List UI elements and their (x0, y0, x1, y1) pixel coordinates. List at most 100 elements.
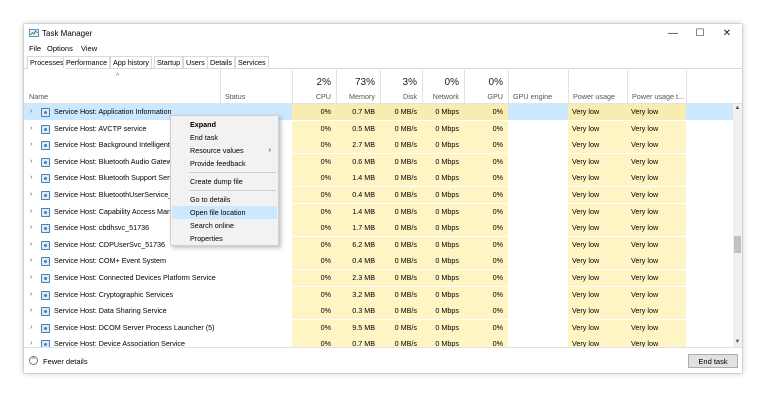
process-network: 0 Mbps (435, 140, 459, 150)
context-menu-create-dump-file[interactable]: Create dump file (172, 175, 277, 188)
chevron-right-icon[interactable]: › (30, 204, 32, 220)
column-disk[interactable]: 3% Disk (380, 70, 423, 103)
chevron-right-icon[interactable]: › (30, 237, 32, 253)
process-row[interactable]: › Service Host: Connected Devices Platfor… (24, 270, 733, 286)
tab-app-history[interactable]: App history (110, 56, 152, 68)
context-menu-go-to-details[interactable]: Go to details (172, 193, 277, 206)
context-menu-provide-feedback[interactable]: Provide feedback (172, 157, 277, 170)
column-gpu[interactable]: 0% GPU (464, 70, 509, 103)
process-network: 0 Mbps (435, 223, 459, 233)
process-gpu: 0% (492, 140, 503, 150)
process-row[interactable]: › Service Host: cbdhsvc_51736 0% 1.7 MB 0 MB… (24, 220, 733, 237)
process-memory: 0.4 MB (352, 256, 375, 266)
process-network: 0 Mbps (435, 256, 459, 266)
context-menu-search-online[interactable]: Search online (172, 219, 277, 232)
process-power-usage-trend: Very low (631, 289, 659, 299)
context-menu-end-task[interactable]: End task (172, 131, 277, 144)
process-network: 0 Mbps (435, 273, 459, 282)
process-power-usage-trend: Very low (631, 256, 659, 266)
title-bar[interactable]: Task Manager — ☐ ✕ (24, 24, 742, 43)
column-memory[interactable]: 73% Memory (336, 70, 381, 103)
service-host-icon (41, 224, 50, 234)
process-gpu: 0% (492, 223, 503, 233)
chevron-right-icon[interactable]: › (30, 154, 32, 170)
process-row[interactable]: › Service Host: Device Association Servic… (24, 336, 733, 347)
end-task-button[interactable]: End task (688, 354, 738, 368)
column-power-usage-trend[interactable]: Power usage t... (627, 70, 687, 103)
chevron-right-icon[interactable]: › (30, 170, 32, 186)
process-row[interactable]: › Service Host: AVCTP service 0% 0.5 MB 0 MB… (24, 120, 733, 137)
process-power-usage: Very low (572, 123, 600, 133)
scroll-up-icon[interactable]: ▲ (733, 104, 742, 113)
process-power-usage: Very low (572, 256, 600, 266)
process-row[interactable]: › Service Host: Application Information 0%… (24, 104, 733, 120)
column-name[interactable]: ^ Name (24, 70, 221, 103)
process-cpu: 0% (320, 289, 331, 299)
process-memory: 0.5 MB (352, 123, 375, 133)
tab-details[interactable]: Details (207, 56, 235, 68)
process-row[interactable]: › Service Host: COM+ Event System 0% 0.4 MB… (24, 253, 733, 270)
chevron-right-icon[interactable]: › (30, 137, 32, 153)
process-row[interactable]: › Service Host: CDPUserSvc_51736 0% 6.2 MB 0… (24, 236, 733, 253)
tab-performance[interactable]: Performance (63, 56, 111, 68)
column-gpu-engine[interactable]: GPU engine (508, 70, 569, 103)
process-memory: 2.3 MB (352, 273, 375, 282)
process-cpu: 0% (320, 239, 331, 249)
service-host-icon (41, 108, 50, 117)
process-power-usage-trend: Very low (631, 190, 659, 199)
process-row[interactable]: › Service Host: DCOM Server Process Launc… (24, 319, 733, 336)
context-menu-resource-values[interactable]: Resource values › (172, 144, 277, 157)
process-list: › Service Host: Application Information 0%… (24, 104, 733, 347)
chevron-right-icon[interactable]: › (30, 320, 32, 336)
chevron-right-icon[interactable]: › (30, 303, 32, 319)
chevron-right-icon[interactable]: › (30, 187, 32, 203)
chevron-up-circle-icon[interactable]: ^ (29, 356, 38, 365)
chevron-right-icon[interactable]: › (30, 336, 32, 347)
tab-processes[interactable]: Processes (27, 56, 67, 69)
close-button[interactable]: ✕ (712, 24, 742, 43)
process-row[interactable]: › Service Host: Bluetooth Audio Gatew 0% 0.… (24, 153, 733, 170)
chevron-right-icon[interactable]: › (30, 220, 32, 236)
chevron-right-icon[interactable]: › (30, 121, 32, 137)
process-network: 0 Mbps (435, 156, 459, 166)
context-menu: Expand End task Resource values › Provide fe… (170, 115, 279, 246)
fewer-details-link[interactable]: Fewer details (43, 357, 88, 366)
chevron-right-icon[interactable]: › (30, 253, 32, 269)
task-manager-window: Task Manager — ☐ ✕ File Options View Pro… (24, 24, 742, 373)
process-row[interactable]: › Service Host: BluetoothUserService_5 0% 0… (24, 187, 733, 203)
process-row[interactable]: › Service Host: Capability Access Mana 0% 1… (24, 203, 733, 220)
column-status[interactable]: Status (220, 70, 293, 103)
context-menu-properties[interactable]: Properties (172, 232, 277, 245)
scroll-down-icon[interactable]: ▼ (733, 338, 742, 347)
minimize-button[interactable]: — (658, 24, 688, 43)
process-row[interactable]: › Service Host: Data Sharing Service 0% 0.3… (24, 303, 733, 320)
disk-total: 3% (402, 77, 417, 88)
process-row[interactable]: › Service Host: Bluetooth Support Serv 0% 1… (24, 170, 733, 187)
chevron-right-icon[interactable]: › (30, 287, 32, 303)
context-menu-open-file-location[interactable]: Open file location (172, 206, 277, 219)
process-power-usage-trend: Very low (631, 306, 659, 316)
tab-users[interactable]: Users (183, 56, 208, 68)
process-row[interactable]: › Service Host: Background Intelligent 0% 2… (24, 137, 733, 154)
column-network[interactable]: 0% Network (422, 70, 465, 103)
chevron-right-icon[interactable]: › (30, 270, 32, 286)
process-power-usage: Very low (572, 206, 600, 216)
menu-file[interactable]: File (29, 44, 41, 53)
vertical-scrollbar[interactable]: ▲ ▼ (733, 104, 742, 347)
context-menu-expand[interactable]: Expand (172, 118, 277, 131)
process-power-usage-trend: Very low (631, 206, 659, 216)
tab-services[interactable]: Services (235, 56, 269, 68)
process-power-usage-trend: Very low (631, 239, 659, 249)
process-memory: 2.7 MB (352, 140, 375, 150)
scroll-thumb[interactable] (734, 236, 741, 253)
column-cpu[interactable]: 2% CPU (292, 70, 337, 103)
maximize-button[interactable]: ☐ (685, 24, 715, 43)
menu-options[interactable]: Options (47, 44, 73, 53)
process-row[interactable]: › Service Host: Cryptographic Services 0% 3… (24, 286, 733, 303)
process-memory: 0.3 MB (352, 306, 375, 316)
chevron-right-icon[interactable]: › (30, 104, 32, 120)
menu-view[interactable]: View (81, 44, 97, 53)
process-gpu: 0% (492, 306, 503, 316)
column-power-usage[interactable]: Power usage (568, 70, 628, 103)
tab-startup[interactable]: Startup (154, 56, 184, 68)
